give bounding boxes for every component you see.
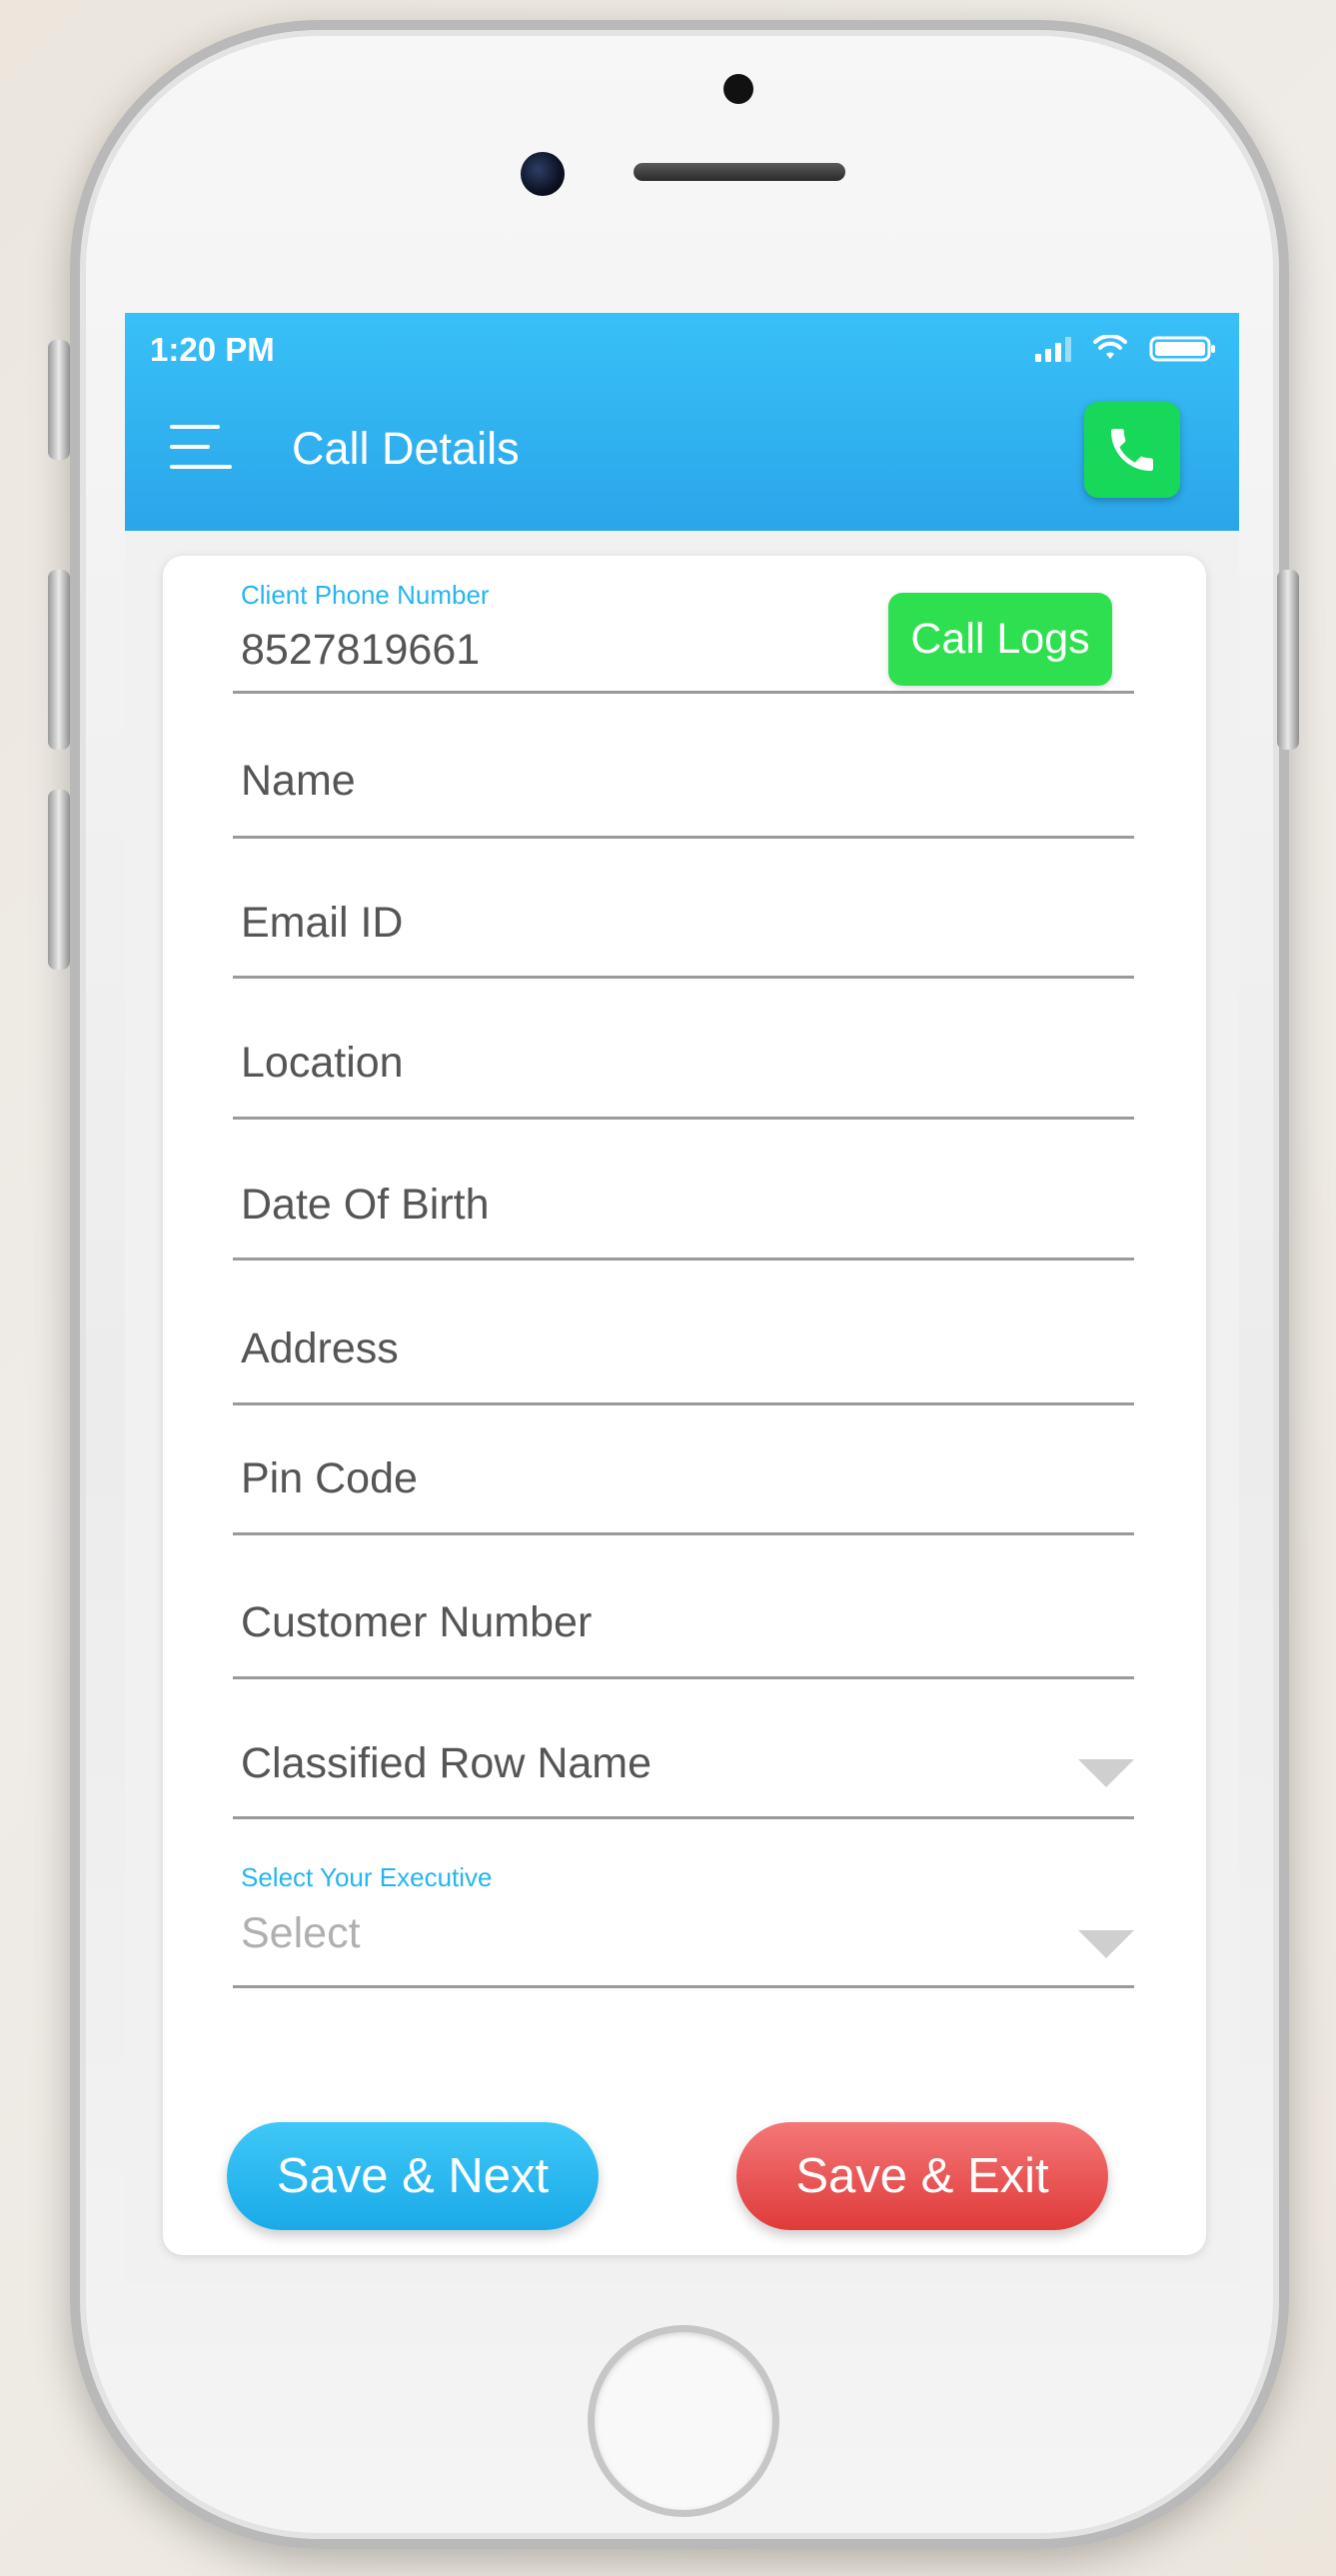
- status-icons: [1035, 335, 1217, 363]
- pin-code-input[interactable]: Pin Code: [241, 1454, 418, 1503]
- date-of-birth-input[interactable]: Date Of Birth: [241, 1181, 490, 1230]
- pin-code-field[interactable]: Pin Code: [233, 1402, 1134, 1535]
- side-button: [1277, 570, 1299, 750]
- executive-label: Select Your Executive: [241, 1862, 493, 1892]
- client-phone-label: Client Phone Number: [241, 580, 490, 610]
- battery-icon: [1149, 335, 1217, 363]
- name-field[interactable]: Name: [233, 691, 1134, 839]
- name-input[interactable]: Name: [241, 757, 356, 806]
- home-button[interactable]: [588, 2325, 779, 2517]
- app-header: 1:20 PM Call Details: [125, 313, 1239, 531]
- customer-number-input[interactable]: Customer Number: [241, 1598, 592, 1647]
- call-logs-button[interactable]: Call Logs: [888, 593, 1112, 686]
- address-input[interactable]: Address: [241, 1324, 399, 1373]
- customer-number-field[interactable]: Customer Number: [233, 1532, 1134, 1679]
- page-title: Call Details: [292, 423, 520, 474]
- status-time: 1:20 PM: [150, 331, 275, 368]
- call-details-form: Client Phone Number 8527819661 Call Logs…: [163, 556, 1206, 2255]
- location-input[interactable]: Location: [241, 1039, 404, 1088]
- screen: 1:20 PM Call Details Client Phone Number…: [125, 313, 1239, 2284]
- executive-select[interactable]: Select Your Executive Select: [233, 1816, 1134, 1988]
- chevron-down-icon[interactable]: [1078, 1930, 1134, 1958]
- call-button[interactable]: [1084, 402, 1180, 498]
- front-camera: [521, 152, 565, 196]
- classified-row-value[interactable]: Classified Row Name: [241, 1739, 652, 1788]
- executive-value[interactable]: Select: [241, 1909, 361, 1958]
- phone-icon: [1111, 429, 1153, 471]
- location-field[interactable]: Location: [233, 976, 1134, 1120]
- client-phone-field[interactable]: Client Phone Number 8527819661 Call Logs: [233, 556, 1134, 694]
- client-phone-value[interactable]: 8527819661: [241, 626, 480, 675]
- save-exit-button[interactable]: Save & Exit: [736, 2122, 1108, 2230]
- earpiece-speaker: [634, 163, 845, 181]
- address-field[interactable]: Address: [233, 1258, 1134, 1405]
- proximity-sensor: [723, 74, 753, 104]
- email-field[interactable]: Email ID: [233, 836, 1134, 979]
- email-input[interactable]: Email ID: [241, 899, 403, 948]
- classified-row-select[interactable]: Classified Row Name: [233, 1676, 1134, 1819]
- chevron-down-icon[interactable]: [1078, 1759, 1134, 1787]
- save-next-button[interactable]: Save & Next: [227, 2122, 599, 2230]
- side-button: [48, 340, 70, 460]
- date-of-birth-field[interactable]: Date Of Birth: [233, 1117, 1134, 1261]
- signal-icon: [1035, 336, 1071, 362]
- side-button: [48, 790, 70, 970]
- wifi-icon: [1093, 335, 1127, 363]
- menu-icon[interactable]: [170, 423, 232, 473]
- side-button: [48, 570, 70, 750]
